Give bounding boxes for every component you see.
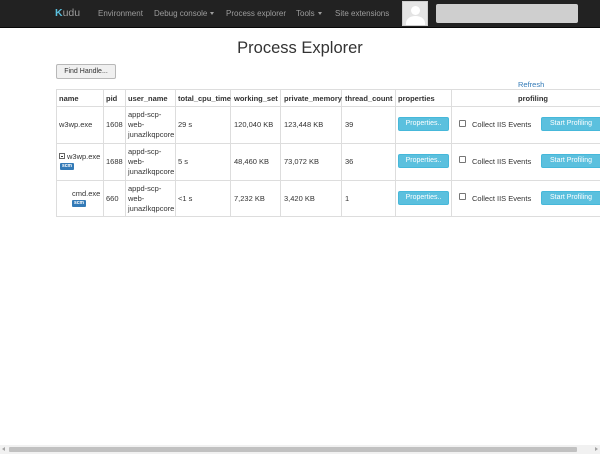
nav-tools[interactable]: Tools (296, 9, 322, 18)
collect-iis-events-label: Collect IIS Events (472, 194, 532, 203)
chevron-down-icon (317, 12, 322, 16)
row-divider (56, 143, 600, 144)
page-title: Process Explorer (237, 39, 363, 57)
process-user-name-line: appd-scp- (128, 147, 162, 156)
process-table: name pid user_name total_cpu_time workin… (56, 89, 600, 217)
scm-badge: scm (72, 200, 87, 207)
process-private-memory: 123,448 KB (284, 120, 324, 129)
process-user-name-line: junazlkqpcore (128, 204, 175, 213)
process-pid: 1688 (106, 157, 123, 166)
scm-badge: scm (60, 163, 75, 170)
header-private-memory: private_memory (284, 94, 342, 103)
start-profiling-button[interactable]: Start Profiling (541, 191, 600, 205)
row-divider (56, 180, 600, 181)
process-thread-count: 1 (345, 194, 350, 203)
scrollbar-thumb[interactable] (9, 447, 577, 452)
process-user-name-line: web- (128, 194, 145, 203)
find-handle-button[interactable]: Find Handle... (56, 64, 116, 79)
kudu-logo-text: udu (62, 7, 81, 19)
nav-process-explorer[interactable]: Process explorer (226, 9, 286, 18)
process-cpu-time: 29 s (178, 120, 193, 129)
collect-iis-events-label: Collect IIS Events (472, 120, 532, 129)
collect-iis-events-checkbox[interactable] (459, 120, 466, 127)
column-divider (125, 89, 126, 217)
process-pid: 660 (106, 194, 119, 203)
table-border-bottom (56, 216, 600, 217)
top-navbar: Kudu Environment Debug console Process e… (0, 0, 600, 28)
column-divider (280, 89, 281, 217)
process-name: cmd.exe (72, 189, 101, 198)
column-divider (230, 89, 231, 217)
avatar[interactable] (402, 1, 428, 26)
process-user-name-line: web- (128, 157, 145, 166)
process-working-set: 48,460 KB (234, 157, 270, 166)
nav-tools-label: Tools (296, 9, 315, 18)
process-user-name-line: junazlkqpcore (128, 130, 175, 139)
process-user-name-line: web- (128, 120, 145, 129)
table-border-left (56, 89, 57, 217)
process-user-name-line: appd-scp- (128, 110, 162, 119)
column-divider (451, 89, 452, 217)
column-divider (395, 89, 396, 217)
table-border-top (56, 89, 600, 90)
column-divider (341, 89, 342, 217)
start-profiling-button[interactable]: Start Profiling (541, 154, 600, 168)
process-user-name-line: junazlkqpcore (128, 167, 175, 176)
start-profiling-button[interactable]: Start Profiling (541, 117, 600, 131)
scroll-left-arrow-icon[interactable] (2, 447, 5, 451)
horizontal-scrollbar[interactable] (0, 445, 600, 454)
process-cpu-time: 5 s (178, 157, 189, 166)
header-profiling: profiling (518, 94, 548, 103)
collect-iis-events-label: Collect IIS Events (472, 157, 532, 166)
nav-environment[interactable]: Environment (98, 9, 143, 18)
properties-button[interactable]: Properties.. (398, 117, 449, 131)
properties-button[interactable]: Properties.. (398, 154, 449, 168)
properties-button[interactable]: Properties.. (398, 191, 449, 205)
nav-debug-console-label: Debug console (154, 9, 208, 18)
process-cpu-time: <1 s (178, 194, 193, 203)
process-pid: 1608 (106, 120, 123, 129)
scroll-right-arrow-icon[interactable] (595, 447, 598, 451)
process-thread-count: 36 (345, 157, 354, 166)
header-name: name (59, 94, 79, 103)
collect-iis-events-checkbox[interactable] (459, 193, 466, 200)
process-name: w3wp.exe (59, 120, 93, 129)
avatar-head-shape (411, 6, 420, 15)
process-user-name-line: appd-scp- (128, 184, 162, 193)
header-user-name: user_name (128, 94, 168, 103)
collect-iis-events-checkbox[interactable] (459, 156, 466, 163)
nav-debug-console[interactable]: Debug console (154, 9, 215, 18)
process-private-memory: 73,072 KB (284, 157, 320, 166)
collapse-icon[interactable] (59, 153, 65, 159)
header-thread-count: thread_count (345, 94, 393, 103)
column-divider (103, 89, 104, 217)
header-divider (56, 106, 600, 107)
column-divider (175, 89, 176, 217)
header-pid: pid (106, 94, 118, 103)
header-total-cpu-time: total_cpu_time (178, 94, 231, 103)
header-working-set: working_set (234, 94, 278, 103)
process-name: w3wp.exe (67, 152, 101, 161)
kudu-logo-letter: K (55, 7, 63, 19)
header-properties: properties (398, 94, 435, 103)
kudu-logo[interactable]: Kudu (55, 7, 80, 19)
process-thread-count: 39 (345, 120, 354, 129)
user-name-field[interactable] (436, 4, 578, 23)
process-private-memory: 3,420 KB (284, 194, 315, 203)
nav-site-extensions[interactable]: Site extensions (335, 9, 389, 18)
process-working-set: 120,040 KB (234, 120, 274, 129)
chevron-down-icon (210, 12, 215, 16)
avatar-body-shape (406, 16, 425, 25)
refresh-link[interactable]: Refresh (518, 80, 544, 89)
process-working-set: 7,232 KB (234, 194, 265, 203)
